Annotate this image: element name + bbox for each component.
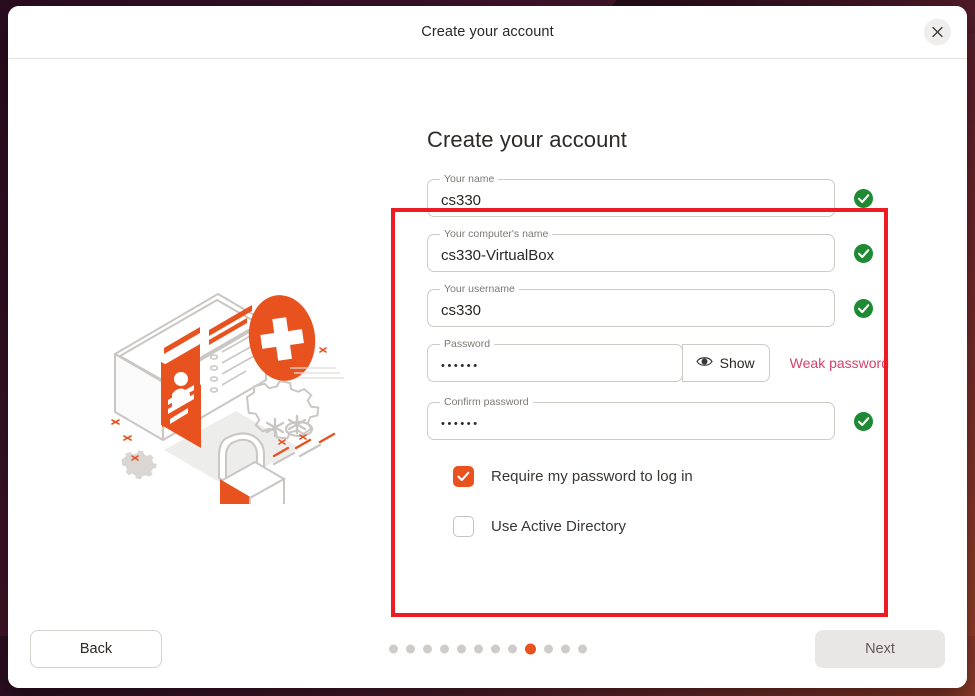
field-row-your-name: Your name cs330 — [427, 173, 889, 217]
progress-dot[interactable] — [543, 644, 553, 654]
progress-dot[interactable] — [405, 644, 415, 654]
password-value: •••••• — [441, 359, 480, 372]
field-row-confirm-password: Confirm password •••••• — [427, 396, 889, 440]
show-password-label: Show — [719, 355, 755, 371]
progress-dot[interactable] — [577, 644, 587, 654]
your-name-label: Your name — [440, 173, 499, 186]
create-account-form: Create your account Your name cs330 Your — [427, 127, 889, 537]
confirm-password-input[interactable]: Confirm password •••••• — [427, 396, 835, 440]
window-footer: Back Next — [8, 610, 967, 688]
username-label: Your username — [440, 283, 519, 296]
progress-dot[interactable] — [456, 644, 466, 654]
window-headerbar: Create your account — [8, 6, 967, 59]
next-button[interactable]: Next — [815, 630, 945, 668]
progress-dot[interactable] — [388, 644, 398, 654]
check-circle-icon — [854, 243, 873, 263]
require-password-label[interactable]: Require my password to log in — [491, 468, 693, 485]
use-active-directory-label[interactable]: Use Active Directory — [491, 518, 626, 535]
confirm-password-label: Confirm password — [440, 396, 533, 409]
progress-dots — [388, 643, 587, 655]
require-password-checkbox[interactable] — [453, 466, 474, 487]
use-active-directory-checkbox[interactable] — [453, 516, 474, 537]
computer-name-value: cs330-VirtualBox — [441, 247, 555, 263]
window-content: Create your account Your name cs330 Your — [8, 59, 967, 617]
checkbox-row-require-password: Require my password to log in — [453, 466, 889, 487]
password-input[interactable]: Password •••••• — [427, 338, 683, 382]
your-name-input[interactable]: Your name cs330 — [427, 173, 835, 217]
close-button[interactable] — [924, 18, 951, 46]
your-name-value: cs330 — [441, 192, 482, 208]
progress-dot[interactable] — [560, 644, 570, 654]
progress-dot[interactable] — [507, 644, 517, 654]
checkbox-row-active-directory: Use Active Directory — [453, 516, 889, 537]
field-row-password: Password •••••• Show Weak password — [427, 338, 889, 382]
installer-window: Create your account Create your account … — [8, 6, 967, 688]
check-circle-icon — [854, 298, 873, 318]
field-row-username: Your username cs330 — [427, 283, 889, 327]
confirm-password-value: •••••• — [441, 417, 480, 430]
check-circle-icon — [854, 188, 873, 208]
computer-name-label: Your computer's name — [440, 228, 553, 241]
page-title: Create your account — [427, 127, 628, 152]
eye-icon — [695, 355, 713, 371]
username-value: cs330 — [441, 302, 482, 318]
progress-dot[interactable] — [422, 644, 432, 654]
check-circle-icon — [854, 411, 873, 431]
field-row-computer-name: Your computer's name cs330-VirtualBox — [427, 228, 889, 272]
close-icon — [932, 26, 943, 38]
create-account-illustration — [104, 272, 366, 504]
computer-name-input[interactable]: Your computer's name cs330-VirtualBox — [427, 228, 835, 272]
progress-dot[interactable] — [473, 644, 483, 654]
progress-dot-active[interactable] — [524, 643, 536, 655]
window-title: Create your account — [421, 24, 554, 40]
username-input[interactable]: Your username cs330 — [427, 283, 835, 327]
progress-dot[interactable] — [439, 644, 449, 654]
back-button[interactable]: Back — [30, 630, 162, 668]
password-strength-hint: Weak password — [789, 355, 889, 371]
password-label: Password — [440, 338, 495, 351]
show-password-button[interactable]: Show — [681, 344, 770, 382]
progress-dot[interactable] — [490, 644, 500, 654]
